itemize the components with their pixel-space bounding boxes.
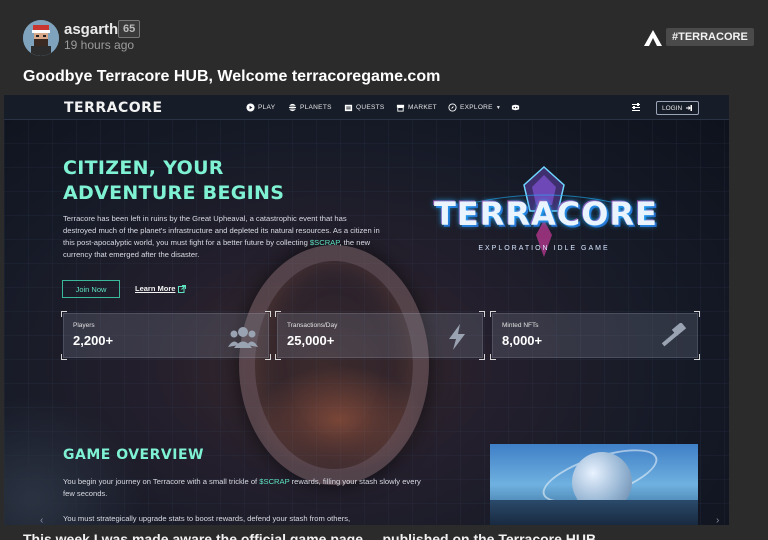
learn-more-link[interactable]: Learn More xyxy=(135,284,187,293)
join-now-button[interactable]: Join Now xyxy=(62,280,120,298)
external-link-icon xyxy=(178,284,187,293)
community-tag[interactable]: #TERRACORE xyxy=(666,28,754,46)
website-screenshot: TERRACORE PLAY PLANETS QUESTS MARKET EXP… xyxy=(4,95,729,525)
nav-play[interactable]: PLAY xyxy=(246,103,275,112)
nav-explore-label: EXPLORE xyxy=(460,104,493,111)
settings-sliders-icon[interactable] xyxy=(631,102,641,112)
nav-play-label: PLAY xyxy=(258,104,276,111)
nav-planets-label: PLANETS xyxy=(300,104,332,111)
portal-ring xyxy=(239,245,429,485)
game-logo-art: TERRACORE EXPLORATION IDLE GAME xyxy=(424,165,664,270)
reputation-badge: 65 xyxy=(118,20,141,38)
compass-icon xyxy=(448,103,457,112)
carousel-prev-icon[interactable]: ‹ xyxy=(40,515,43,525)
site-navbar: TERRACORE PLAY PLANETS QUESTS MARKET EXP… xyxy=(4,95,729,120)
stat-value: 2,200+ xyxy=(73,333,114,348)
community-logo-icon[interactable] xyxy=(643,29,663,47)
scrap-link[interactable]: $SCRAP xyxy=(259,477,289,486)
stat-card-players: Players 2,200+ xyxy=(61,311,271,360)
login-icon xyxy=(686,105,693,111)
login-label: LOGIN xyxy=(662,104,683,112)
store-icon xyxy=(396,104,405,112)
stat-card-minted-nfts: Minted NFTs 8,000+ xyxy=(490,311,700,360)
nav-quests-label: QUESTS xyxy=(356,104,385,111)
post-body-text: This week I was made aware the official … xyxy=(23,531,597,540)
nav-discord[interactable] xyxy=(511,103,520,112)
post-header: asgarth 65 19 hours ago #TERRACORE Goodb… xyxy=(0,0,768,95)
stat-card-transactions: Transactions/Day 25,000+ xyxy=(275,311,485,360)
stat-value: 8,000+ xyxy=(502,333,543,348)
scroll-icon xyxy=(344,104,353,112)
site-logo[interactable]: TERRACORE xyxy=(64,100,163,116)
nav-planets[interactable]: PLANETS xyxy=(288,103,332,112)
discord-icon xyxy=(511,104,520,111)
nav-market-label: MARKET xyxy=(408,104,437,111)
nav-quests[interactable]: QUESTS xyxy=(344,103,385,112)
overview-text-1: You begin your journey on Terracore with… xyxy=(63,477,260,486)
planet-ground xyxy=(490,500,698,525)
nav-explore[interactable]: EXPLORE ▼ xyxy=(448,103,501,112)
game-overview-title: GAME OVERVIEW xyxy=(63,447,204,463)
avatar-image xyxy=(23,20,59,56)
login-button[interactable]: LOGIN xyxy=(656,101,700,115)
nav-market[interactable]: MARKET xyxy=(396,103,437,112)
chevron-down-icon: ▼ xyxy=(495,104,502,111)
avatar[interactable] xyxy=(23,20,59,56)
stat-label: Minted NFTs xyxy=(502,322,539,329)
post-title[interactable]: Goodbye Terracore HUB, Welcome terracore… xyxy=(23,68,440,86)
author-name[interactable]: asgarth xyxy=(64,21,118,38)
planet-illustration xyxy=(490,444,698,525)
learn-more-label: Learn More xyxy=(135,284,176,293)
game-overview-paragraph-2: You must strategically upgrade stats to … xyxy=(63,514,351,523)
hero-description: Terracore has been left in ruins by the … xyxy=(63,213,381,261)
lightning-icon xyxy=(449,324,465,350)
hero-title: CITIZEN, YOUR ADVENTURE BEGINS xyxy=(63,157,285,204)
users-icon xyxy=(228,327,258,348)
post-time[interactable]: 19 hours ago xyxy=(64,38,134,52)
planet-icon xyxy=(288,103,297,112)
stat-label: Players xyxy=(73,322,95,329)
hammer-icon xyxy=(661,323,687,347)
game-logo-word: TERRACORE xyxy=(434,195,658,233)
carousel-next-icon[interactable]: › xyxy=(716,515,719,525)
stat-label: Transactions/Day xyxy=(287,322,338,329)
scrap-link[interactable]: $SCRAP xyxy=(310,238,339,247)
stat-value: 25,000+ xyxy=(287,333,335,348)
game-logo-subtitle: EXPLORATION IDLE GAME xyxy=(478,245,610,252)
play-icon xyxy=(246,103,255,112)
game-overview-paragraph: You begin your journey on Terracore with… xyxy=(63,476,433,500)
